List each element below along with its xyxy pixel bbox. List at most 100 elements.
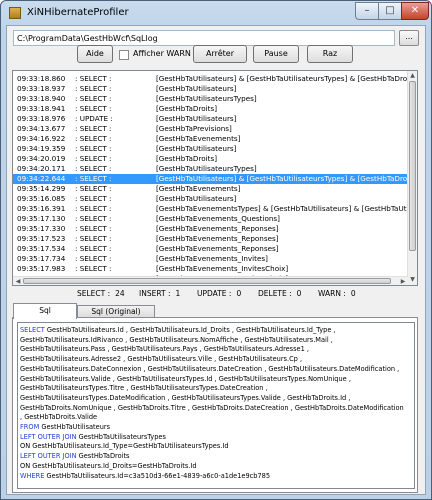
log-type: : SELECT : bbox=[75, 134, 112, 143]
sql-line: LEFT OUTER JOIN GestHbTaUtilisateursType… bbox=[20, 433, 412, 443]
title-bar[interactable]: XiNHibernateProfiler – □ ✕ bbox=[1, 1, 431, 25]
log-row[interactable]: 09:34:19.359: SELECT : [GestHbTaUtilisate… bbox=[13, 144, 408, 154]
client-area: ... Aide Afficher WARN Arrêter Pause Raz… bbox=[6, 25, 426, 495]
log-tables: [GestHbTaUtilisateurs] bbox=[156, 114, 237, 123]
log-tables: [GestHbTaDroits] bbox=[156, 104, 218, 113]
close-button[interactable]: ✕ bbox=[401, 2, 429, 20]
pause-button[interactable]: Pause bbox=[253, 45, 299, 63]
main-window: XiNHibernateProfiler – □ ✕ ... Aide Affi… bbox=[0, 0, 432, 500]
log-row[interactable]: 09:34:20.171: SELECT : [GestHbTaUtilisate… bbox=[13, 164, 408, 174]
log-row[interactable]: 09:34:13.677: SELECT : [GestHbTaPrevision… bbox=[13, 124, 408, 134]
stat-value: 1 bbox=[175, 289, 181, 298]
log-row[interactable]: 09:35:17.130: SELECT : [GestHbTaEvenement… bbox=[13, 214, 408, 224]
log-type: : SELECT : bbox=[75, 264, 112, 273]
stat-item: UPDATE : 0 bbox=[197, 289, 241, 298]
log-type: : SELECT : bbox=[75, 204, 112, 213]
log-tables: [GestHbTaEvenements] bbox=[156, 184, 241, 193]
log-row[interactable]: 09:35:17.330: SELECT : [GestHbTaEvenement… bbox=[13, 224, 408, 234]
log-tables: [GestHbTaEvenements_Reponses] bbox=[156, 244, 279, 253]
scroll-up-icon[interactable]: ▲ bbox=[408, 71, 417, 81]
sql-keyword: SELECT bbox=[20, 326, 45, 334]
log-tables: [GestHbTaEvenements_Questions] bbox=[156, 214, 280, 223]
log-time: 09:35:17.983 bbox=[17, 264, 66, 273]
log-type: : SELECT : bbox=[75, 194, 112, 203]
log-path-input[interactable] bbox=[13, 30, 395, 46]
sql-line: , GestHbTaDroits.Valide bbox=[20, 413, 98, 422]
log-type: : SELECT : bbox=[75, 184, 112, 193]
sql-text: GestHbTaUtilisateurs.Id , GestHbTaUtilis… bbox=[44, 326, 336, 334]
sql-line: SELECT GestHbTaUtilisateurs.Id , GestHbT… bbox=[20, 326, 412, 336]
log-row[interactable]: 09:35:17.734: SELECT : [GestHbTaEvenement… bbox=[13, 254, 408, 264]
arreter-button[interactable]: Arrêter bbox=[193, 45, 247, 63]
sql-text: GestHbTaUtilisateursTypes bbox=[76, 432, 166, 441]
log-tables: [GestHbTaUtilisateurs] bbox=[156, 84, 237, 93]
vertical-scroll-thumb[interactable] bbox=[409, 81, 416, 251]
log-row[interactable]: 09:35:16.085 : SELECT : [GestHbTaUtilisate… bbox=[13, 194, 408, 204]
log-time: 09:34:22.644 bbox=[17, 174, 66, 183]
sql-text: GestHbTaUtilisateurs bbox=[39, 423, 111, 432]
tab-sql[interactable]: Sql bbox=[13, 303, 77, 319]
log-time: 09:34:19.359 bbox=[17, 144, 66, 153]
log-row[interactable]: 09:35:16.391: SELECT : [GestHbTaEvenement… bbox=[13, 204, 408, 214]
log-type: : SELECT : bbox=[75, 234, 112, 243]
log-type: : SELECT : bbox=[75, 154, 112, 163]
stat-label: DELETE : bbox=[258, 289, 292, 298]
sql-text-area[interactable]: SELECT GestHbTaUtilisateurs.Id , GestHbT… bbox=[17, 322, 415, 489]
log-tables: [GestHbTaUtilisateursTypes] bbox=[156, 164, 257, 173]
stat-label: INSERT : bbox=[139, 289, 171, 298]
stat-value: 0 bbox=[296, 289, 302, 298]
stat-value: 0 bbox=[350, 289, 356, 298]
log-tables: [GestHbTaUtilisateursTypes] bbox=[156, 94, 257, 103]
sql-keyword: FROM bbox=[20, 423, 40, 432]
raz-button[interactable]: Raz bbox=[307, 45, 353, 63]
log-horizontal-scrollbar[interactable]: ◀ ▶ bbox=[13, 276, 408, 285]
log-row[interactable]: 09:33:18.937 : SELECT : [GestHbTaUtilisate… bbox=[13, 84, 408, 94]
log-row[interactable]: 09:34:16.922: SELECT : [GestHbTaEvenement… bbox=[13, 134, 408, 144]
log-type: : SELECT : bbox=[75, 224, 112, 233]
log-row[interactable]: 09:33:18.976: UPDATE : [GestHbTaUtilisate… bbox=[13, 114, 408, 124]
sql-line: GestHbTaUtilisateursTypes.DateModificati… bbox=[20, 393, 351, 402]
log-row[interactable]: 09:33:18.940: SELECT : [GestHbTaUtilisate… bbox=[13, 94, 408, 104]
aide-button[interactable]: Aide bbox=[77, 45, 113, 63]
show-warn-checkbox[interactable] bbox=[119, 50, 129, 60]
log-tables: [GestHbTaEvenements_InvitesChoix] bbox=[156, 264, 289, 273]
scroll-left-icon[interactable]: ◀ bbox=[13, 277, 23, 285]
log-time: 09:35:17.330 bbox=[17, 224, 66, 233]
sql-tab-panel: SELECT GestHbTaUtilisateurs.Id , GestHbT… bbox=[12, 317, 418, 493]
sql-line: GestHbTaUtilisateurs.DateConnexion , Ges… bbox=[20, 364, 400, 373]
sql-line: GestHbTaUtilisateursTypes.Titre , GestHb… bbox=[20, 384, 268, 393]
log-row[interactable]: 09:35:17.534: SELECT : [GestHbTaEvenement… bbox=[13, 244, 408, 254]
log-type: : SELECT : bbox=[75, 144, 112, 153]
scroll-down-icon[interactable]: ▼ bbox=[408, 275, 417, 285]
horizontal-scroll-thumb[interactable] bbox=[23, 278, 391, 284]
log-time: 09:35:16.391 bbox=[17, 204, 66, 213]
maximize-button[interactable]: □ bbox=[378, 2, 402, 20]
minimize-button[interactable]: – bbox=[355, 2, 379, 20]
log-row[interactable]: 09:35:17.523: SELECT : [GestHbTaEvenement… bbox=[13, 234, 408, 244]
log-vertical-scrollbar[interactable]: ▲ ▼ bbox=[407, 71, 417, 285]
log-row[interactable]: 09:33:18.860: SELECT : [GestHbTaUtilisate… bbox=[13, 74, 408, 84]
log-row[interactable]: 09:34:22.644: SELECT : [GestHbTaUtilisate… bbox=[13, 174, 408, 184]
log-time: 09:35:17.523 bbox=[17, 234, 66, 243]
log-type: : SELECT : bbox=[75, 174, 112, 183]
show-warn-label[interactable]: Afficher WARN bbox=[133, 49, 191, 58]
sql-keyword: LEFT OUTER JOIN bbox=[20, 452, 77, 461]
log-type: : SELECT : bbox=[75, 84, 112, 93]
log-tables: [GestHbTaEvenements_Invites] bbox=[156, 254, 268, 263]
log-row[interactable]: 09:35:17.983 : SELECT : [GestHbTaEvenement… bbox=[13, 264, 408, 274]
stat-item: INSERT : 1 bbox=[139, 289, 180, 298]
query-log-list[interactable]: 09:35:25.755: SELECT :[GestHbTaEvenement… bbox=[12, 70, 418, 286]
stat-label: UPDATE : bbox=[197, 289, 232, 298]
log-row[interactable]: 09:35:14.299: SELECT : [GestHbTaEvenement… bbox=[13, 184, 408, 194]
log-type: : SELECT : bbox=[75, 74, 112, 83]
log-time: 09:35:16.085 bbox=[17, 194, 66, 203]
log-row[interactable]: 09:34:20.019: SELECT : [GestHbTaDroits] bbox=[13, 154, 408, 164]
browse-button[interactable]: ... bbox=[399, 30, 419, 46]
scroll-right-icon[interactable]: ▶ bbox=[398, 277, 408, 285]
log-row[interactable]: 09:33:18.941: SELECT : [GestHbTaDroits] bbox=[13, 104, 408, 114]
sql-line: GestHbTaUtilisateurs.Pass , GestHbTaUtil… bbox=[20, 345, 310, 354]
log-time: 09:33:18.937 bbox=[17, 84, 66, 93]
log-tables: [GestHbTaUtilisateurs] bbox=[156, 194, 237, 203]
sql-keyword: WHERE bbox=[20, 471, 45, 480]
log-tables: [GestHbTaUtilisateurs] & [GestHbTaUtilis… bbox=[156, 74, 408, 83]
